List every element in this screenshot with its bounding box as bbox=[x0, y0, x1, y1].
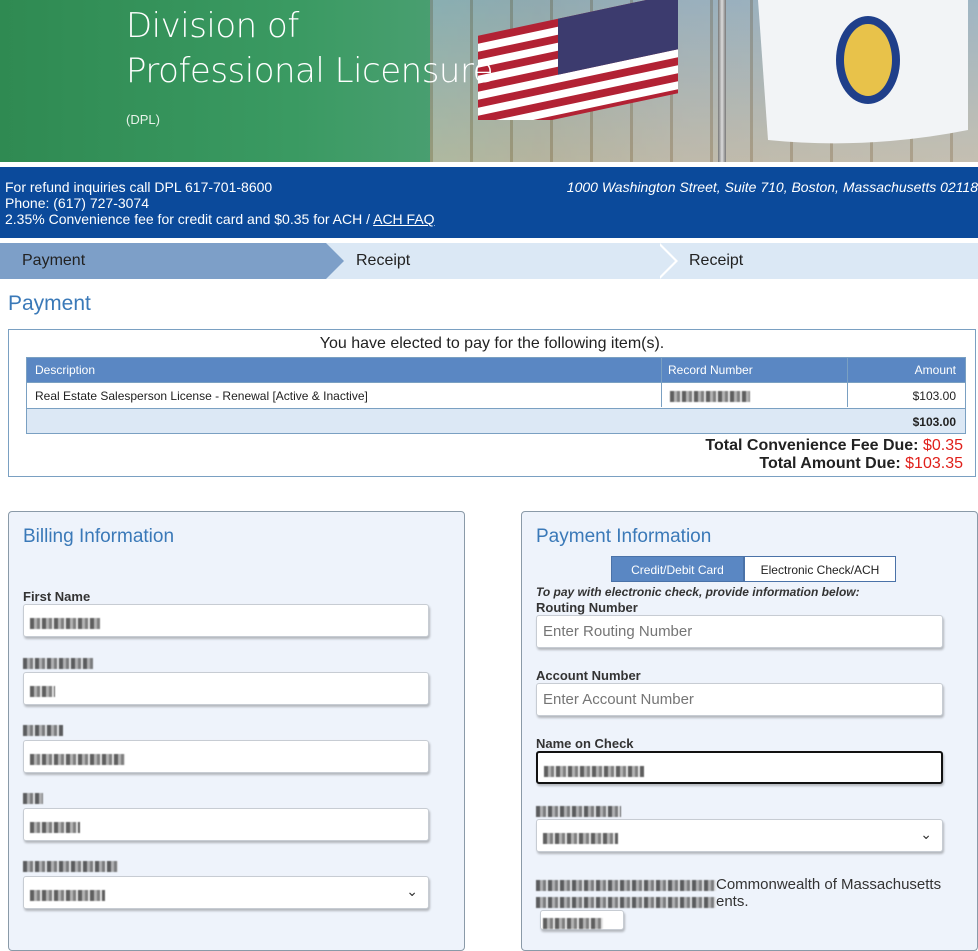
row-record-number-redacted bbox=[670, 389, 750, 403]
refund-info: For refund inquiries call DPL 617-701-86… bbox=[5, 179, 273, 195]
massachusetts-flag-image bbox=[758, 0, 968, 144]
flag-pole bbox=[718, 0, 726, 162]
tab-electronic-check[interactable]: Electronic Check/ACH bbox=[744, 556, 896, 582]
row-amount: $103.00 bbox=[912, 389, 956, 403]
account-number-label: Account Number bbox=[536, 668, 641, 683]
step-receipt: Receipt bbox=[356, 252, 411, 269]
city-label-redacted bbox=[23, 790, 43, 805]
last-name-label-redacted bbox=[23, 655, 93, 670]
row-description: Real Estate Salesperson License - Renewa… bbox=[35, 389, 368, 403]
ach-instructions: To pay with electronic check, provide in… bbox=[536, 585, 860, 599]
header-banner: Division of Professional Licensure (DPL) bbox=[0, 0, 978, 162]
col-record-number: Record Number bbox=[668, 363, 753, 377]
progress-steps: Payment Receipt Receipt bbox=[0, 243, 978, 279]
note-tail-line1: Commonwealth of Massachusetts bbox=[716, 876, 942, 893]
state-select[interactable]: ⌄ bbox=[23, 876, 429, 909]
banner-title-line1: Division of bbox=[126, 6, 299, 46]
table-divider bbox=[661, 358, 662, 407]
account-type-select[interactable]: ⌄ bbox=[536, 819, 943, 852]
authorization-note: Commonwealth of Massachusetts ents. bbox=[536, 876, 941, 910]
payment-panel: Payment Information Credit/Debit Card El… bbox=[521, 511, 978, 951]
last-name-input[interactable] bbox=[23, 672, 429, 705]
col-amount: Amount bbox=[914, 363, 956, 377]
banner-abbr: (DPL) bbox=[126, 112, 160, 127]
ach-faq-link[interactable]: ACH FAQ bbox=[373, 211, 434, 227]
items-table: Description Record Number Amount Real Es… bbox=[26, 357, 966, 434]
convenience-fee-total: Total Convenience Fee Due: $0.35 bbox=[705, 437, 963, 455]
phone-info: Phone: (617) 727-3074 bbox=[5, 195, 149, 211]
name-on-check-label: Name on Check bbox=[536, 736, 634, 751]
info-bar: For refund inquiries call DPL 617-701-86… bbox=[0, 167, 978, 238]
summary-intro: You have elected to pay for the followin… bbox=[319, 335, 665, 352]
tab-credit-debit-card[interactable]: Credit/Debit Card bbox=[611, 556, 744, 582]
table-divider bbox=[847, 358, 848, 407]
col-description: Description bbox=[35, 363, 96, 377]
fee-label: Total Convenience Fee Due: bbox=[705, 437, 923, 454]
routing-number-label: Routing Number bbox=[536, 600, 638, 615]
amount-due-total: Total Amount Due: $103.35 bbox=[759, 455, 963, 473]
table-subtotal-row: $103.00 bbox=[27, 408, 965, 433]
fee-text: 2.35% Convenience fee for credit card an… bbox=[5, 211, 374, 227]
office-address: 1000 Washington Street, Suite 710, Bosto… bbox=[566, 179, 978, 195]
banner-title-line2: Professional Licensure bbox=[126, 51, 494, 91]
street-input[interactable] bbox=[23, 740, 429, 773]
subtotal: $103.00 bbox=[912, 415, 956, 429]
street-label-redacted bbox=[23, 722, 63, 737]
step-payment-label: Payment bbox=[22, 252, 86, 269]
chevron-down-icon: ⌄ bbox=[406, 883, 418, 899]
fee-info: 2.35% Convenience fee for credit card an… bbox=[5, 211, 435, 227]
fee-value: $0.35 bbox=[922, 437, 963, 454]
chevron-down-icon: ⌄ bbox=[920, 826, 932, 842]
billing-panel: Billing Information First Name ⌄ bbox=[8, 511, 465, 951]
routing-number-input[interactable] bbox=[536, 615, 943, 648]
redacted-button[interactable] bbox=[540, 910, 624, 930]
payment-method-tabs: Credit/Debit Card Electronic Check/ACH bbox=[611, 556, 896, 582]
payment-summary: You have elected to pay for the followin… bbox=[8, 329, 976, 477]
name-on-check-input[interactable] bbox=[536, 751, 943, 784]
account-number-input[interactable] bbox=[536, 683, 943, 716]
table-header: Description Record Number Amount bbox=[27, 358, 965, 382]
total-label: Total Amount Due: bbox=[759, 455, 906, 472]
step-receipt-2: Receipt bbox=[689, 252, 744, 269]
first-name-input[interactable] bbox=[23, 604, 429, 637]
payment-title: Payment Information bbox=[536, 526, 712, 547]
city-input[interactable] bbox=[23, 808, 429, 841]
note-tail-line2: ents. bbox=[716, 893, 749, 910]
first-name-label: First Name bbox=[23, 589, 91, 604]
account-type-label-redacted bbox=[536, 803, 621, 818]
step-arrow-icon bbox=[657, 243, 675, 279]
billing-title: Billing Information bbox=[23, 526, 175, 547]
page-title: Payment bbox=[8, 292, 91, 315]
step-payment: Payment bbox=[0, 243, 326, 279]
table-row: Real Estate Salesperson License - Renewa… bbox=[27, 382, 965, 408]
state-label-redacted bbox=[23, 858, 118, 873]
step-arrow-icon bbox=[326, 243, 344, 279]
total-value: $103.35 bbox=[905, 455, 963, 472]
